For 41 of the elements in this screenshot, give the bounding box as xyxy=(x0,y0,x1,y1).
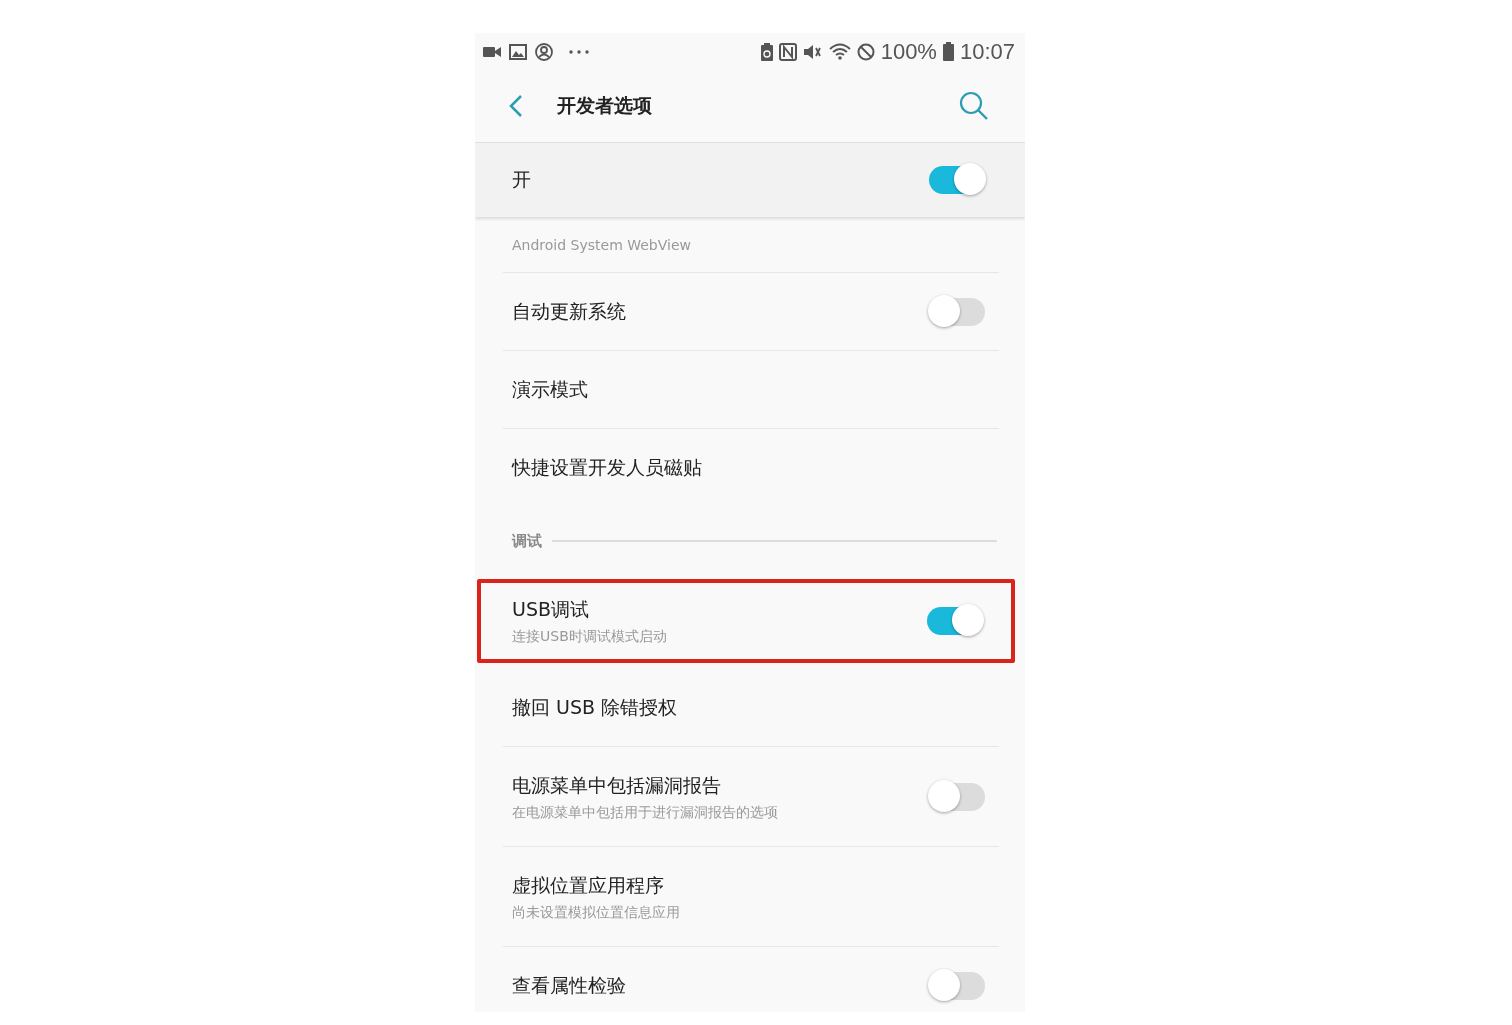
more-icon xyxy=(569,49,589,54)
account-icon xyxy=(535,42,553,61)
toggle-switch[interactable] xyxy=(929,972,985,1000)
item-title: 电源菜单中包括漏洞报告 xyxy=(512,772,722,798)
item-title: 自动更新系统 xyxy=(512,299,626,324)
item-title: 演示模式 xyxy=(512,377,588,402)
item-subtitle: 尚未设置模拟位置信息应用 xyxy=(512,903,680,922)
settings-item[interactable]: 快捷设置开发人员磁贴 xyxy=(475,429,1025,507)
master-switch-label: 开 xyxy=(512,167,531,192)
section-header: 调试 xyxy=(512,531,542,551)
item-subtitle: 在电源菜单中包括用于进行漏洞报告的选项 xyxy=(512,803,778,822)
settings-item[interactable]: 自动更新系统 xyxy=(475,273,1025,351)
page-title: 开发者选项 xyxy=(557,93,653,118)
wifi-icon xyxy=(828,42,851,61)
toggle-switch[interactable] xyxy=(929,298,985,326)
settings-item[interactable]: 撤回 USB 除错授权 xyxy=(475,669,1025,747)
battery-saver-icon xyxy=(760,42,773,61)
do-not-disturb-icon xyxy=(856,42,875,61)
settings-item[interactable]: 演示模式 xyxy=(475,351,1025,429)
search-icon xyxy=(959,91,989,121)
settings-item[interactable]: 虚拟位置应用程序 尚未设置模拟位置信息应用 xyxy=(475,847,1025,947)
toggle-switch[interactable] xyxy=(927,607,983,635)
image-icon xyxy=(509,43,527,60)
video-camera-icon xyxy=(483,45,501,58)
item-title: USB调试 xyxy=(512,596,590,622)
toggle-switch[interactable] xyxy=(929,166,985,194)
vibrate-mute-icon xyxy=(802,42,823,61)
battery-percent: 100% xyxy=(880,38,937,65)
item-title: 查看属性检验 xyxy=(512,973,626,998)
battery-icon xyxy=(942,42,954,61)
settings-item[interactable]: 查看属性检验 xyxy=(475,947,1025,1012)
item-title: 快捷设置开发人员磁贴 xyxy=(512,455,702,480)
item-title: 虚拟位置应用程序 xyxy=(512,872,665,898)
settings-item[interactable]: USB调试 连接USB时调试模式启动 xyxy=(481,583,1011,659)
item-subtitle: 连接USB时调试模式启动 xyxy=(512,627,667,646)
clock-time: 10:07 xyxy=(959,38,1015,65)
nfc-icon xyxy=(778,42,797,61)
item-subtitle: Android System WebView xyxy=(512,237,691,253)
toggle-switch[interactable] xyxy=(929,783,985,811)
item-title: 撤回 USB 除错授权 xyxy=(512,695,678,720)
settings-item[interactable]: 电源菜单中包括漏洞报告 在电源菜单中包括用于进行漏洞报告的选项 xyxy=(475,747,1025,847)
